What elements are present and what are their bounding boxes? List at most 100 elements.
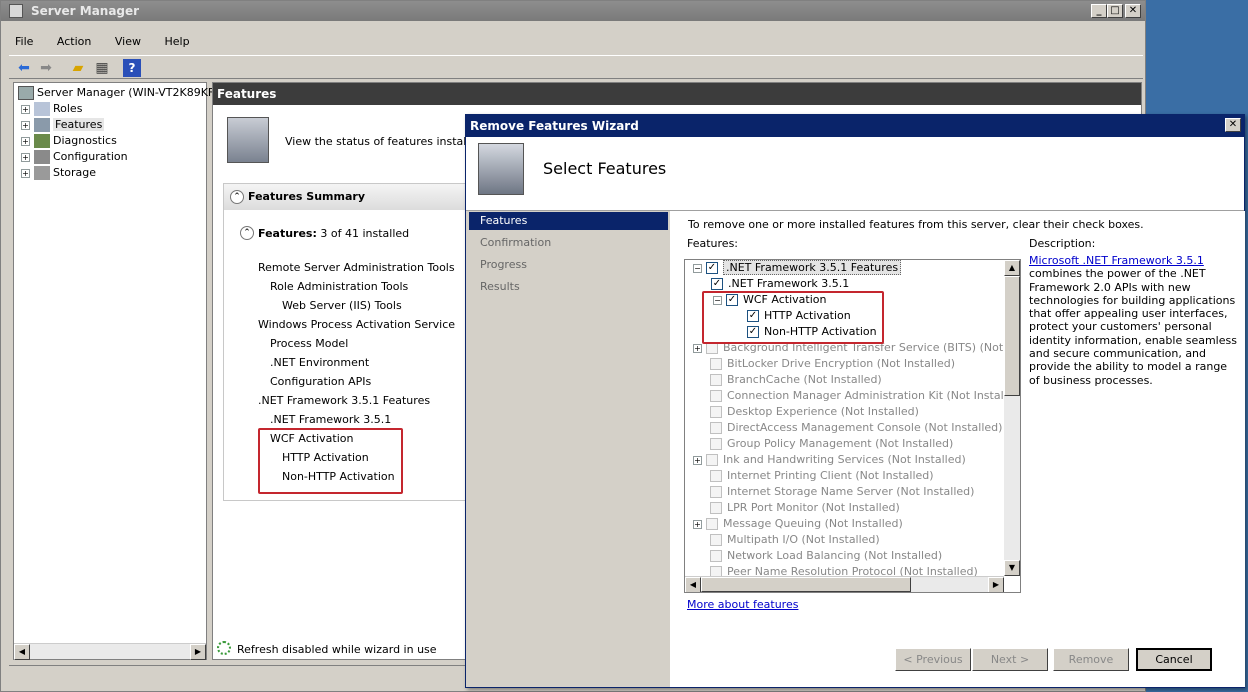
description-label: Description: — [1029, 237, 1096, 250]
instruction-text: To remove one or more installed features… — [688, 218, 1144, 231]
next-button[interactable]: Next > — [972, 648, 1048, 671]
remove-features-wizard: Remove Features Wizard ✕ Select Features… — [465, 114, 1245, 688]
description-link[interactable]: Microsoft .NET Framework 3.5.1 — [1029, 254, 1204, 267]
feature-item[interactable]: + Ink and Handwriting Services (Not Insta… — [693, 452, 966, 468]
tree-item-diagnostics[interactable]: + Diagnostics — [21, 133, 117, 149]
expand-icon[interactable]: + — [21, 168, 30, 178]
up-folder-icon[interactable]: ▰ — [69, 59, 87, 77]
installed-feature: Windows Process Activation Service — [258, 318, 456, 331]
checkbox-disabled — [710, 406, 722, 418]
feature-item[interactable]: Group Policy Management (Not Installed) — [710, 436, 953, 452]
summary-title: Features Summary — [248, 190, 365, 203]
checkbox-checked[interactable]: ✓ — [706, 262, 718, 274]
diagnostics-icon — [34, 134, 50, 148]
expand-icon[interactable]: + — [693, 519, 702, 529]
checkbox-disabled — [710, 438, 722, 450]
feature-item[interactable]: + Message Queuing (Not Installed) — [693, 516, 903, 532]
feature-item[interactable]: Internet Printing Client (Not Installed) — [710, 468, 934, 484]
close-button[interactable]: ✕ — [1125, 4, 1141, 18]
remove-button[interactable]: Remove — [1053, 648, 1129, 671]
installed-feature: Role Administration Tools — [270, 280, 409, 293]
checkbox-disabled — [710, 422, 722, 434]
scroll-up-icon[interactable]: ▲ — [1004, 260, 1020, 276]
feature-item[interactable]: Multipath I/O (Not Installed) — [710, 532, 880, 548]
expand-icon[interactable]: + — [21, 120, 30, 130]
installed-feature: Web Server (IIS) Tools — [282, 299, 402, 312]
feature-item[interactable]: BranchCache (Not Installed) — [710, 372, 882, 388]
previous-button[interactable]: < Previous — [895, 648, 971, 671]
expand-icon[interactable]: + — [693, 455, 702, 465]
toolbar: ⬅ ➡ ▰ ▦ ? — [9, 55, 1143, 79]
feature-item[interactable]: Desktop Experience (Not Installed) — [710, 404, 919, 420]
more-about-features-link[interactable]: More about features — [687, 598, 798, 611]
wizard-header: Select Features — [466, 137, 1244, 211]
expand-icon[interactable]: + — [21, 136, 30, 146]
features-summary-panel: ⌃ Features Summary ⌃ Features: 3 of 41 i… — [223, 183, 469, 501]
feature-item[interactable]: − ✓ .NET Framework 3.5.1 Features — [693, 260, 902, 276]
highlight-box — [258, 428, 403, 494]
list-vscrollbar[interactable]: ▲ ▼ — [1004, 260, 1020, 576]
tree-item-features[interactable]: + Features — [21, 117, 105, 133]
feature-item[interactable]: Network Load Balancing (Not Installed) — [710, 548, 942, 564]
tree-item-roles[interactable]: + Roles — [21, 101, 82, 117]
scroll-down-icon[interactable]: ▼ — [1004, 560, 1020, 576]
checkbox-disabled — [710, 550, 722, 562]
tree-root[interactable]: Server Manager (WIN-VT2K89KFF3 — [18, 85, 228, 101]
nav-features[interactable]: Features — [469, 212, 668, 230]
refresh-icon — [217, 641, 231, 655]
feature-item[interactable]: DirectAccess Management Console (Not Ins… — [710, 420, 1002, 436]
feature-item[interactable]: Connection Manager Administration Kit (N… — [710, 388, 1020, 404]
expand-icon[interactable]: + — [21, 152, 30, 162]
cancel-button[interactable]: Cancel — [1136, 648, 1212, 671]
tree-item-configuration[interactable]: + Configuration — [21, 149, 128, 165]
feature-item[interactable]: ✓ .NET Framework 3.5.1 — [711, 276, 849, 292]
console-tree-icon[interactable]: ▦ — [93, 59, 111, 77]
menu-file[interactable]: File — [15, 35, 33, 48]
maximize-button[interactable]: □ — [1107, 4, 1123, 18]
minimize-button[interactable]: _ — [1091, 4, 1107, 18]
features-icon — [34, 118, 50, 132]
expand-icon[interactable]: + — [693, 343, 702, 353]
back-icon[interactable]: ⬅ — [15, 59, 33, 77]
features-label: Features: — [687, 237, 739, 250]
installed-feature: .NET Environment — [270, 356, 370, 369]
wizard-heading: Select Features — [543, 159, 667, 178]
menu-view[interactable]: View — [115, 35, 141, 48]
menu-help[interactable]: Help — [164, 35, 189, 48]
collapse-icon[interactable]: ⌃ — [240, 226, 254, 240]
pane-header: Features — [213, 83, 1141, 105]
feature-item[interactable]: LPR Port Monitor (Not Installed) — [710, 500, 900, 516]
nav-results[interactable]: Results — [469, 278, 668, 296]
list-hscrollbar[interactable]: ◀ ▶ — [685, 576, 1004, 592]
console-tree: Server Manager (WIN-VT2K89KFF3 + Roles + F… — [13, 82, 228, 660]
wizard-title: Remove Features Wizard — [466, 115, 1244, 137]
installed-feature: Process Model — [270, 337, 349, 350]
wizard-nav: Features Confirmation Progress Results — [466, 211, 670, 687]
installed-feature: Configuration APIs — [270, 375, 372, 388]
scroll-thumb[interactable] — [1004, 276, 1020, 396]
nav-confirmation[interactable]: Confirmation — [469, 234, 668, 252]
checkbox-disabled — [710, 534, 722, 546]
checkbox-disabled — [710, 358, 722, 370]
feature-item[interactable]: Internet Storage Name Server (Not Instal… — [710, 484, 974, 500]
forward-icon[interactable]: ➡ — [37, 59, 55, 77]
menu-action[interactable]: Action — [57, 35, 91, 48]
scroll-right-icon[interactable]: ▶ — [988, 577, 1004, 592]
checkbox-disabled — [710, 486, 722, 498]
nav-progress[interactable]: Progress — [469, 256, 668, 274]
configuration-icon — [34, 150, 50, 164]
checkbox-checked[interactable]: ✓ — [711, 278, 723, 290]
scroll-left-icon[interactable]: ◀ — [14, 644, 30, 660]
tree-item-storage[interactable]: + Storage — [21, 165, 96, 181]
feature-item[interactable]: BitLocker Drive Encryption (Not Installe… — [710, 356, 955, 372]
collapse-icon[interactable]: − — [693, 263, 702, 273]
scroll-right-icon[interactable]: ▶ — [190, 644, 206, 660]
scroll-left-icon[interactable]: ◀ — [685, 577, 701, 592]
features-count-line: Features: 3 of 41 installed — [258, 227, 410, 240]
expand-icon[interactable]: + — [21, 104, 30, 114]
help-icon[interactable]: ? — [123, 59, 141, 77]
collapse-icon[interactable]: ⌃ — [230, 190, 244, 204]
tree-hscrollbar[interactable]: ◀ ▶ — [14, 643, 206, 660]
scroll-thumb[interactable] — [701, 577, 911, 592]
wizard-close-button[interactable]: ✕ — [1225, 118, 1241, 132]
